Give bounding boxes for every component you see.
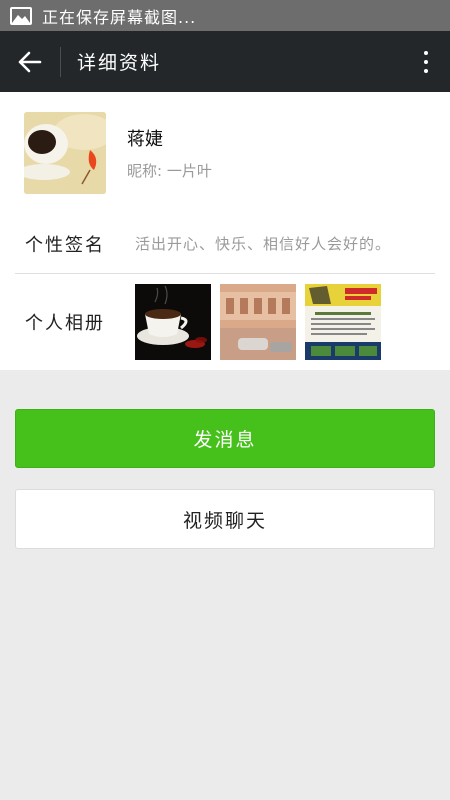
info-section: 个性签名 活出开心、快乐、相信好人会好的。 个人相册: [0, 214, 450, 370]
signature-label: 个性签名: [25, 234, 105, 256]
album-photo-coffee[interactable]: [135, 284, 211, 360]
album-thumbnails[interactable]: [135, 284, 381, 360]
profile-card[interactable]: 蒋婕 昵称: 一片叶: [0, 92, 450, 214]
avatar[interactable]: [24, 112, 106, 194]
signature-value: 活出开心、快乐、相信好人会好的。: [135, 235, 392, 253]
header-bar: 详细资料: [0, 31, 450, 92]
page-title: 详细资料: [77, 52, 162, 74]
album-row[interactable]: 个人相册: [0, 274, 450, 370]
album-photo-poster[interactable]: [305, 284, 381, 360]
signature-row: 个性签名 活出开心、快乐、相信好人会好的。: [0, 214, 450, 273]
album-photo-street[interactable]: [220, 284, 296, 360]
video-chat-button[interactable]: 视频聊天: [15, 489, 435, 549]
profile-nickname: 昵称: 一片叶: [127, 162, 212, 180]
header-divider: [60, 46, 61, 77]
arrow-left-icon: [18, 51, 42, 72]
status-bar: 正在保存屏幕截图...: [0, 0, 450, 31]
back-button[interactable]: [0, 31, 60, 92]
profile-name: 蒋婕: [127, 129, 163, 150]
more-vertical-icon[interactable]: [406, 31, 446, 92]
status-text: 正在保存屏幕截图...: [42, 7, 197, 27]
profile-text: 蒋婕 昵称: 一片叶: [127, 125, 212, 181]
image-icon: [10, 6, 32, 25]
album-label: 个人相册: [25, 313, 105, 334]
send-message-button[interactable]: 发消息: [15, 409, 435, 468]
